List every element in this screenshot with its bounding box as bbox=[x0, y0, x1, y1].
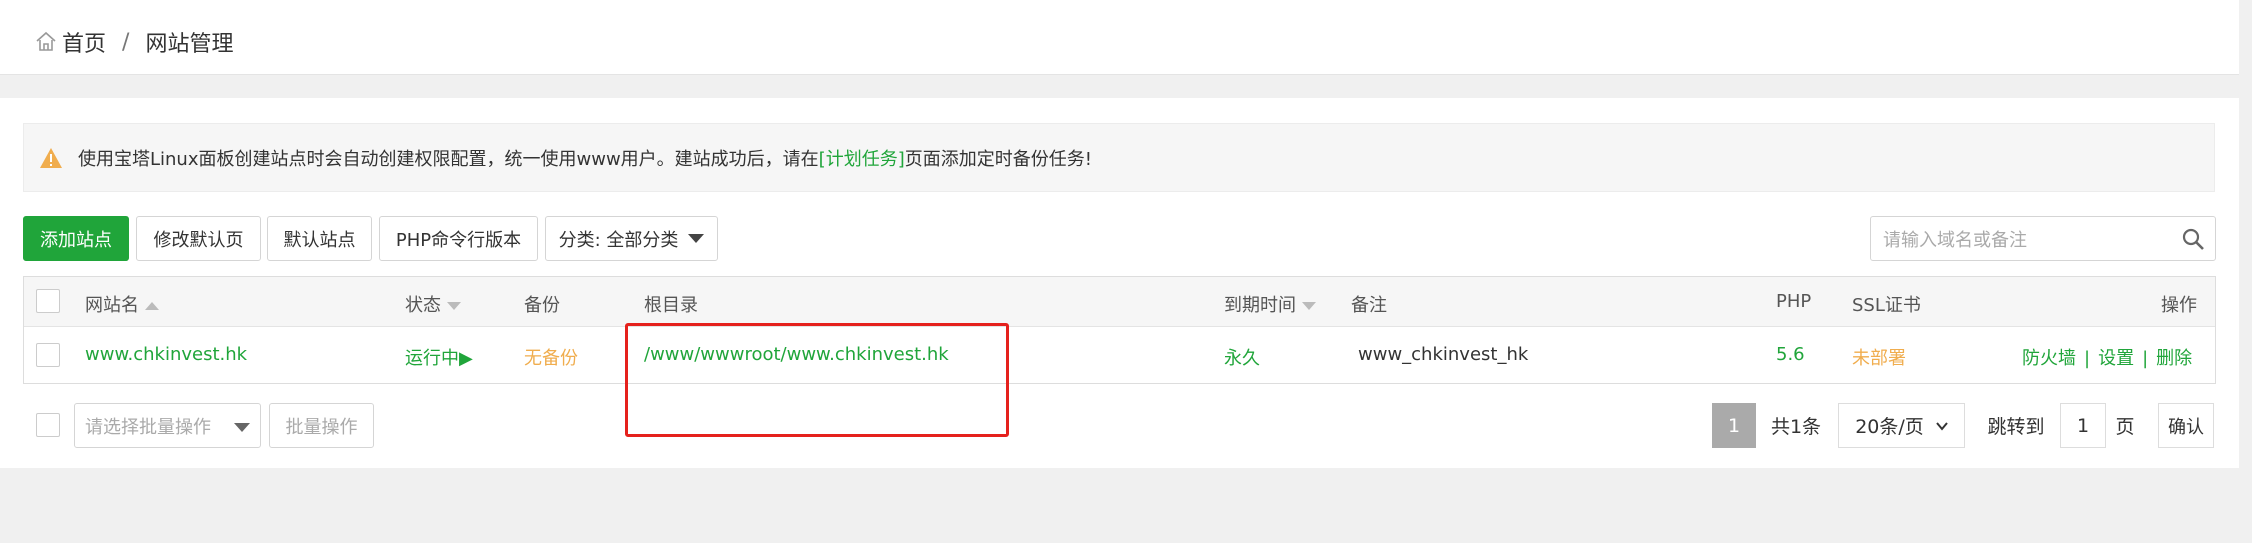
delete-link[interactable]: 删除 bbox=[2156, 348, 2192, 369]
breadcrumb-current: 网站管理 bbox=[145, 32, 234, 57]
sort-up-icon bbox=[145, 302, 159, 310]
table-row: www.chkinvest.hk 运行中▶ 无备份 /www/wwwroot/w… bbox=[24, 328, 2215, 384]
search-placeholder: 请输入域名或备注 bbox=[1883, 229, 2027, 251]
batch-action-select[interactable]: 请选择批量操作 bbox=[74, 403, 261, 448]
page-unit: 页 bbox=[2115, 416, 2135, 438]
breadcrumb-separator: / bbox=[122, 29, 130, 55]
notice-banner: 使用宝塔Linux面板创建站点时会自动创建权限配置，统一使用www用户。建站成功… bbox=[23, 123, 2215, 192]
status-toggle[interactable]: 运行中▶ bbox=[405, 344, 473, 370]
header-expire-label: 到期时间 bbox=[1224, 295, 1296, 316]
header-actions: 操作 bbox=[2161, 295, 2197, 316]
sort-down-icon bbox=[1302, 302, 1316, 310]
jump-page-input[interactable]: 1 bbox=[2060, 403, 2106, 448]
select-all-checkbox[interactable] bbox=[36, 289, 60, 313]
firewall-link[interactable]: 防火墙 bbox=[2022, 348, 2076, 369]
action-separator: | bbox=[2142, 348, 2149, 369]
chevron-down-icon bbox=[688, 234, 705, 243]
row-checkbox[interactable] bbox=[36, 343, 60, 367]
action-separator: | bbox=[2084, 348, 2091, 369]
home-icon[interactable] bbox=[34, 30, 58, 54]
table-header: 网站名 状态 备份 根目录 到期时间 备注 PHP SSL证书 操作 bbox=[24, 277, 2215, 327]
header-expire[interactable]: 到期时间 bbox=[1224, 291, 1316, 317]
notice-text-before: 使用宝塔Linux面板创建站点时会自动创建权限配置，统一使用www用户。建站成功… bbox=[78, 148, 819, 170]
site-name-link[interactable]: www.chkinvest.hk bbox=[85, 344, 247, 365]
search-input[interactable]: 请输入域名或备注 bbox=[1870, 216, 2216, 261]
page-current[interactable]: 1 bbox=[1712, 403, 1756, 448]
breadcrumb-bar: 首页 / 网站管理 bbox=[0, 0, 2239, 75]
header-root-dir: 根目录 bbox=[644, 295, 698, 316]
sort-down-icon bbox=[447, 302, 461, 310]
jump-label: 跳转到 bbox=[1987, 416, 2045, 438]
php-version-link[interactable]: 5.6 bbox=[1776, 344, 1805, 365]
header-ssl: SSL证书 bbox=[1852, 295, 1921, 316]
search-icon[interactable] bbox=[2181, 227, 2205, 251]
add-site-button[interactable]: 添加站点 bbox=[23, 216, 129, 261]
header-status-label: 状态 bbox=[405, 295, 441, 316]
jump-confirm-button[interactable]: 确认 bbox=[2158, 403, 2214, 448]
chevron-down-icon bbox=[234, 423, 250, 432]
batch-action-placeholder: 请选择批量操作 bbox=[85, 416, 211, 438]
backup-link[interactable]: 无备份 bbox=[524, 344, 578, 370]
category-select[interactable]: 分类: 全部分类 bbox=[545, 216, 718, 261]
root-dir-highlight-box bbox=[625, 323, 1009, 437]
edit-default-page-button[interactable]: 修改默认页 bbox=[136, 216, 261, 261]
footer-select-all-checkbox[interactable] bbox=[36, 413, 60, 437]
header-status[interactable]: 状态 bbox=[405, 291, 461, 317]
table-footer: 请选择批量操作 批量操作 1 共1条 20条/页 跳转到 1 页 确认 bbox=[0, 403, 2239, 448]
chevron-down-icon bbox=[1936, 421, 1948, 431]
notice-text-after: 页面添加定时备份任务! bbox=[904, 148, 1092, 170]
batch-action-button[interactable]: 批量操作 bbox=[269, 403, 374, 448]
header-site-name-label: 网站名 bbox=[85, 295, 139, 316]
header-php: PHP bbox=[1776, 291, 1812, 312]
per-page-select[interactable]: 20条/页 bbox=[1838, 403, 1965, 448]
expire-link[interactable]: 永久 bbox=[1224, 344, 1260, 370]
header-site-name[interactable]: 网站名 bbox=[85, 291, 159, 317]
header-backup: 备份 bbox=[524, 295, 560, 316]
php-cli-version-button[interactable]: PHP命令行版本 bbox=[379, 216, 538, 261]
site-table: 网站名 状态 备份 根目录 到期时间 备注 PHP SSL证书 操作 www.c… bbox=[23, 276, 2216, 384]
category-select-label: 分类: 全部分类 bbox=[558, 229, 679, 251]
breadcrumb: 首页 / 网站管理 bbox=[34, 26, 233, 58]
page-total: 共1条 bbox=[1770, 416, 1822, 438]
per-page-label: 20条/页 bbox=[1855, 416, 1924, 438]
settings-link[interactable]: 设置 bbox=[2098, 348, 2134, 369]
row-actions: 防火墙 | 设置 | 删除 bbox=[2022, 344, 2192, 370]
default-site-button[interactable]: 默认站点 bbox=[267, 216, 372, 261]
cron-task-link[interactable]: [计划任务] bbox=[819, 145, 905, 171]
remark-field[interactable]: www_chkinvest_hk bbox=[1358, 344, 1528, 365]
breadcrumb-home[interactable]: 首页 bbox=[62, 26, 106, 58]
header-remark: 备注 bbox=[1351, 295, 1387, 316]
warning-icon bbox=[40, 147, 62, 168]
site-management-panel: 使用宝塔Linux面板创建站点时会自动创建权限配置，统一使用www用户。建站成功… bbox=[0, 98, 2239, 468]
ssl-status-link[interactable]: 未部署 bbox=[1852, 344, 1906, 370]
